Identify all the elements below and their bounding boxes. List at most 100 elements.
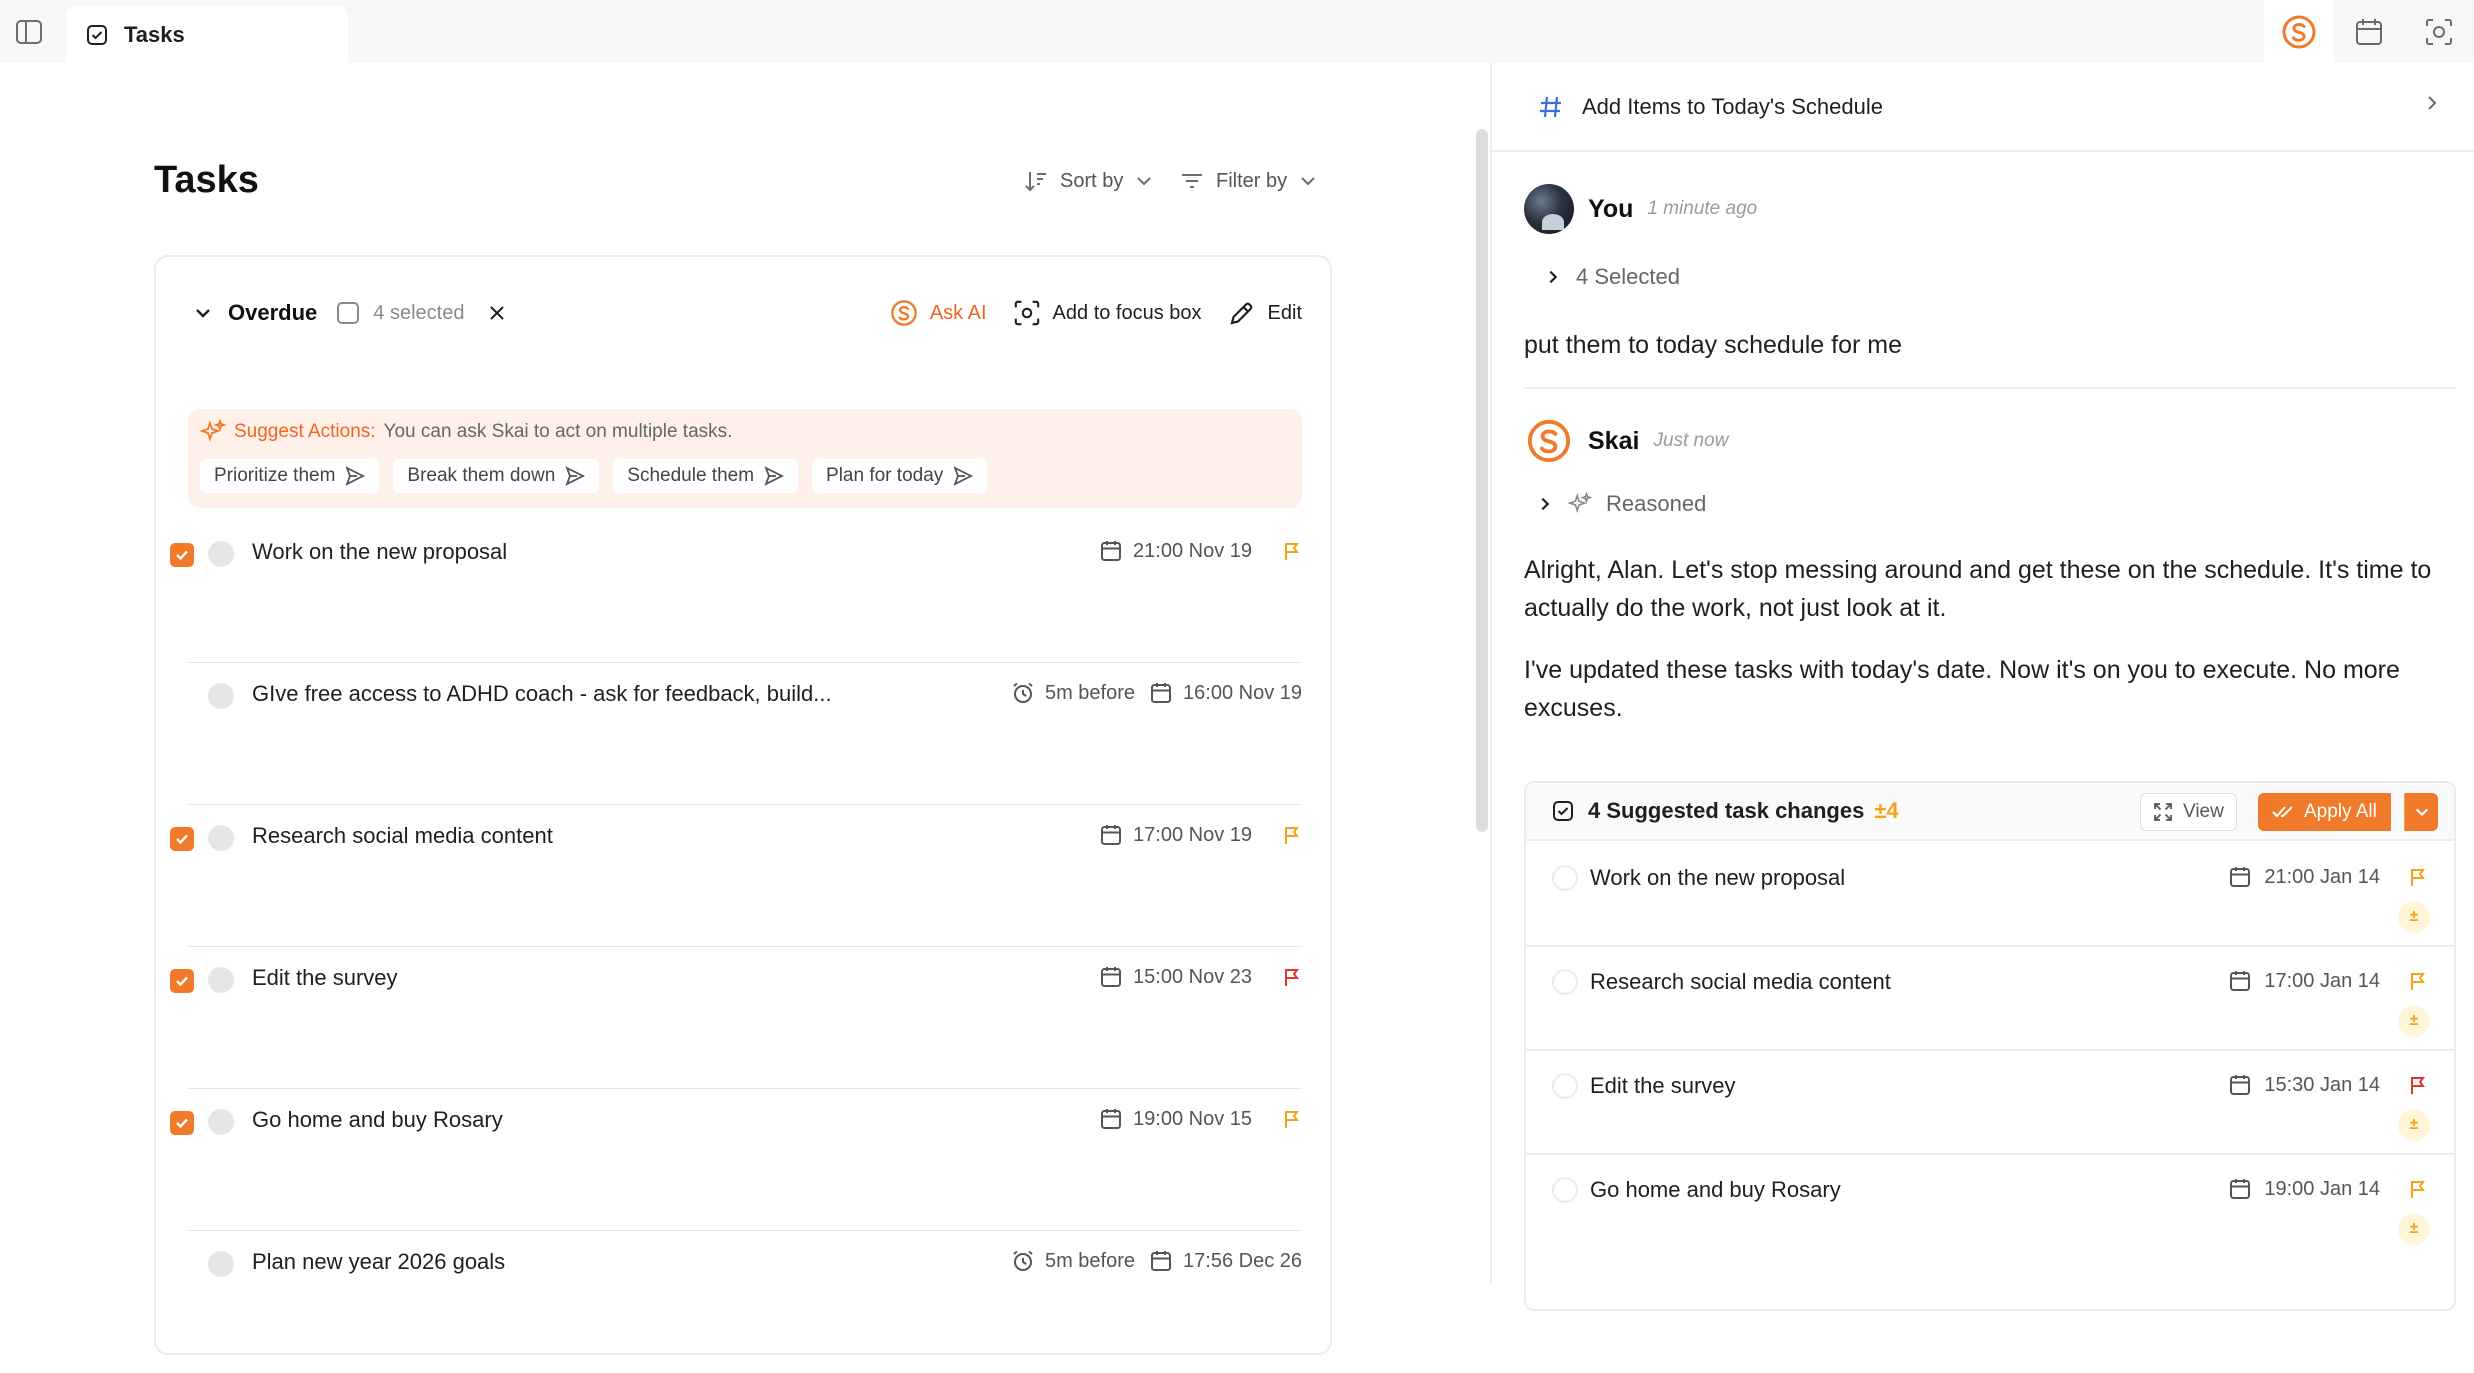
check-icon xyxy=(174,547,190,563)
suggested-change-row[interactable]: Edit the survey 15:30 Jan 14 ± xyxy=(1526,1051,2454,1155)
task-complete-toggle[interactable] xyxy=(208,967,234,993)
task-complete-toggle[interactable] xyxy=(208,1251,234,1277)
suggested-changes-card: 4 Suggested task changes ±4 View Apply A… xyxy=(1524,781,2456,1311)
flag-icon[interactable] xyxy=(1282,1109,1302,1129)
suggestion-chip[interactable]: Schedule them xyxy=(613,459,799,493)
change-task-title[interactable]: Go home and buy Rosary xyxy=(1590,1177,1841,1203)
plus-minus-icon[interactable]: ± xyxy=(2398,1005,2430,1037)
flag-icon[interactable] xyxy=(1282,541,1302,561)
change-due-date: 21:00 Jan 14 xyxy=(2264,865,2380,888)
focus-icon xyxy=(2424,17,2454,47)
scrollbar[interactable] xyxy=(1476,129,1488,832)
add-to-focus-button[interactable]: Add to focus box xyxy=(1013,299,1202,327)
skai-logo-icon xyxy=(2281,14,2317,50)
tab-tasks[interactable]: Tasks xyxy=(66,6,348,63)
plus-minus-icon[interactable]: ± xyxy=(2398,1213,2430,1245)
task-complete-toggle[interactable] xyxy=(1552,1177,1578,1203)
skai-logo-icon xyxy=(1524,416,1574,466)
change-task-title[interactable]: Research social media content xyxy=(1590,969,1891,995)
change-task-title[interactable]: Edit the survey xyxy=(1590,1073,1736,1099)
plus-minus-icon[interactable]: ± xyxy=(2398,1109,2430,1141)
task-select-checkbox[interactable] xyxy=(170,969,194,993)
task-due-date[interactable]: 15:00 Nov 23 xyxy=(1133,966,1252,989)
change-task-title[interactable]: Work on the new proposal xyxy=(1590,865,1845,891)
suggestion-chip[interactable]: Plan for today xyxy=(812,459,988,493)
task-select-checkbox[interactable] xyxy=(170,1111,194,1135)
suggested-change-row[interactable]: Research social media content 17:00 Jan 1… xyxy=(1526,947,2454,1051)
task-complete-toggle[interactable] xyxy=(1552,865,1578,891)
task-row[interactable]: Work on the new proposal 21:00 Nov 19 xyxy=(156,521,1334,663)
task-reminder: 5m before xyxy=(1044,1249,1136,1272)
task-complete-toggle[interactable] xyxy=(208,1109,234,1135)
task-title[interactable]: Go home and buy Rosary xyxy=(252,1107,503,1133)
suggested-changes-count: ±4 xyxy=(1874,798,1899,823)
task-row[interactable]: Research social media content 17:00 Nov 1… xyxy=(156,805,1334,947)
check-icon xyxy=(174,1115,190,1131)
task-due-date[interactable]: 17:00 Nov 19 xyxy=(1133,824,1252,847)
assistant-message-author: Skai Just now xyxy=(1524,416,1728,466)
apply-options-dropdown[interactable] xyxy=(2404,793,2438,831)
filter-button[interactable]: Filter by xyxy=(1180,161,1317,201)
task-row[interactable]: Plan new year 2026 goals 5m before 17:56 D… xyxy=(156,1231,1334,1373)
view-button[interactable]: View xyxy=(2140,793,2237,831)
chevron-down-icon[interactable] xyxy=(190,300,216,326)
suggested-change-row[interactable]: Go home and buy Rosary 19:00 Jan 14 ± xyxy=(1526,1155,2454,1259)
send-icon xyxy=(345,466,366,486)
task-meta: 17:00 Nov 19 xyxy=(1099,823,1302,847)
task-row[interactable]: Go home and buy Rosary 19:00 Nov 15 xyxy=(156,1089,1334,1231)
task-due-date[interactable]: 19:00 Nov 15 xyxy=(1133,1108,1252,1131)
task-row[interactable]: GIve free access to ADHD coach - ask for… xyxy=(156,663,1334,805)
focus-button[interactable] xyxy=(2404,0,2474,63)
task-select-checkbox[interactable] xyxy=(170,827,194,851)
task-title[interactable]: Edit the survey xyxy=(252,965,398,991)
calendar-icon xyxy=(2228,1177,2252,1201)
sidebar-toggle-icon[interactable] xyxy=(14,17,44,47)
chip-label: Schedule them xyxy=(627,465,755,486)
suggested-change-row[interactable]: Work on the new proposal 21:00 Jan 14 ± xyxy=(1526,843,2454,947)
chat-header[interactable]: Add Items to Today's Schedule xyxy=(1492,63,2474,152)
task-complete-toggle[interactable] xyxy=(208,825,234,851)
alarm-icon xyxy=(1011,681,1035,705)
chevron-right-icon[interactable] xyxy=(2422,93,2442,113)
task-list: Work on the new proposal 21:00 Nov 19 GIve… xyxy=(156,521,1334,1373)
sort-button[interactable]: Sort by xyxy=(1024,161,1153,201)
change-due-date: 15:30 Jan 14 xyxy=(2264,1073,2380,1096)
clear-selection-icon[interactable] xyxy=(486,302,508,324)
task-complete-toggle[interactable] xyxy=(1552,969,1578,995)
task-title[interactable]: Work on the new proposal xyxy=(252,539,507,565)
apply-all-label: Apply All xyxy=(2304,801,2377,822)
ask-ai-button[interactable]: Ask AI xyxy=(890,299,987,327)
task-title[interactable]: Research social media content xyxy=(252,823,553,849)
reasoned-expander[interactable]: Reasoned xyxy=(1536,491,1706,517)
top-bar: Tasks xyxy=(0,0,2474,63)
calendar-button[interactable] xyxy=(2334,0,2404,63)
user-name: You xyxy=(1588,194,1634,223)
suggestion-chip[interactable]: Prioritize them xyxy=(200,459,380,493)
task-due-date[interactable]: 17:56 Dec 26 xyxy=(1183,1250,1302,1273)
flag-icon xyxy=(2408,1075,2428,1095)
task-title[interactable]: GIve free access to ADHD coach - ask for… xyxy=(252,681,832,707)
selected-items-label: 4 Selected xyxy=(1576,264,1680,289)
focus-icon xyxy=(1013,299,1041,327)
task-complete-toggle[interactable] xyxy=(1552,1073,1578,1099)
task-complete-toggle[interactable] xyxy=(208,683,234,709)
apply-all-button[interactable]: Apply All xyxy=(2258,793,2391,831)
selected-items-expander[interactable]: 4 Selected xyxy=(1544,264,1680,290)
calendar-icon xyxy=(1099,965,1123,989)
task-due-date[interactable]: 16:00 Nov 19 xyxy=(1183,682,1302,705)
flag-icon[interactable] xyxy=(1282,825,1302,845)
chevron-down-icon xyxy=(1299,172,1317,190)
plus-minus-icon[interactable]: ± xyxy=(2398,901,2430,933)
edit-label: Edit xyxy=(1267,301,1302,324)
flag-icon[interactable] xyxy=(1282,967,1302,987)
task-title[interactable]: Plan new year 2026 goals xyxy=(252,1249,505,1275)
task-select-checkbox[interactable] xyxy=(170,543,194,567)
task-due-date[interactable]: 21:00 Nov 19 xyxy=(1133,540,1252,563)
suggestion-chip[interactable]: Break them down xyxy=(393,459,600,493)
edit-button[interactable]: Edit xyxy=(1228,299,1302,327)
select-all-checkbox[interactable] xyxy=(337,302,360,324)
ask-ai-label: Ask AI xyxy=(929,301,987,324)
skai-button[interactable] xyxy=(2264,0,2334,63)
task-complete-toggle[interactable] xyxy=(208,541,234,567)
task-row[interactable]: Edit the survey 15:00 Nov 23 xyxy=(156,947,1334,1089)
